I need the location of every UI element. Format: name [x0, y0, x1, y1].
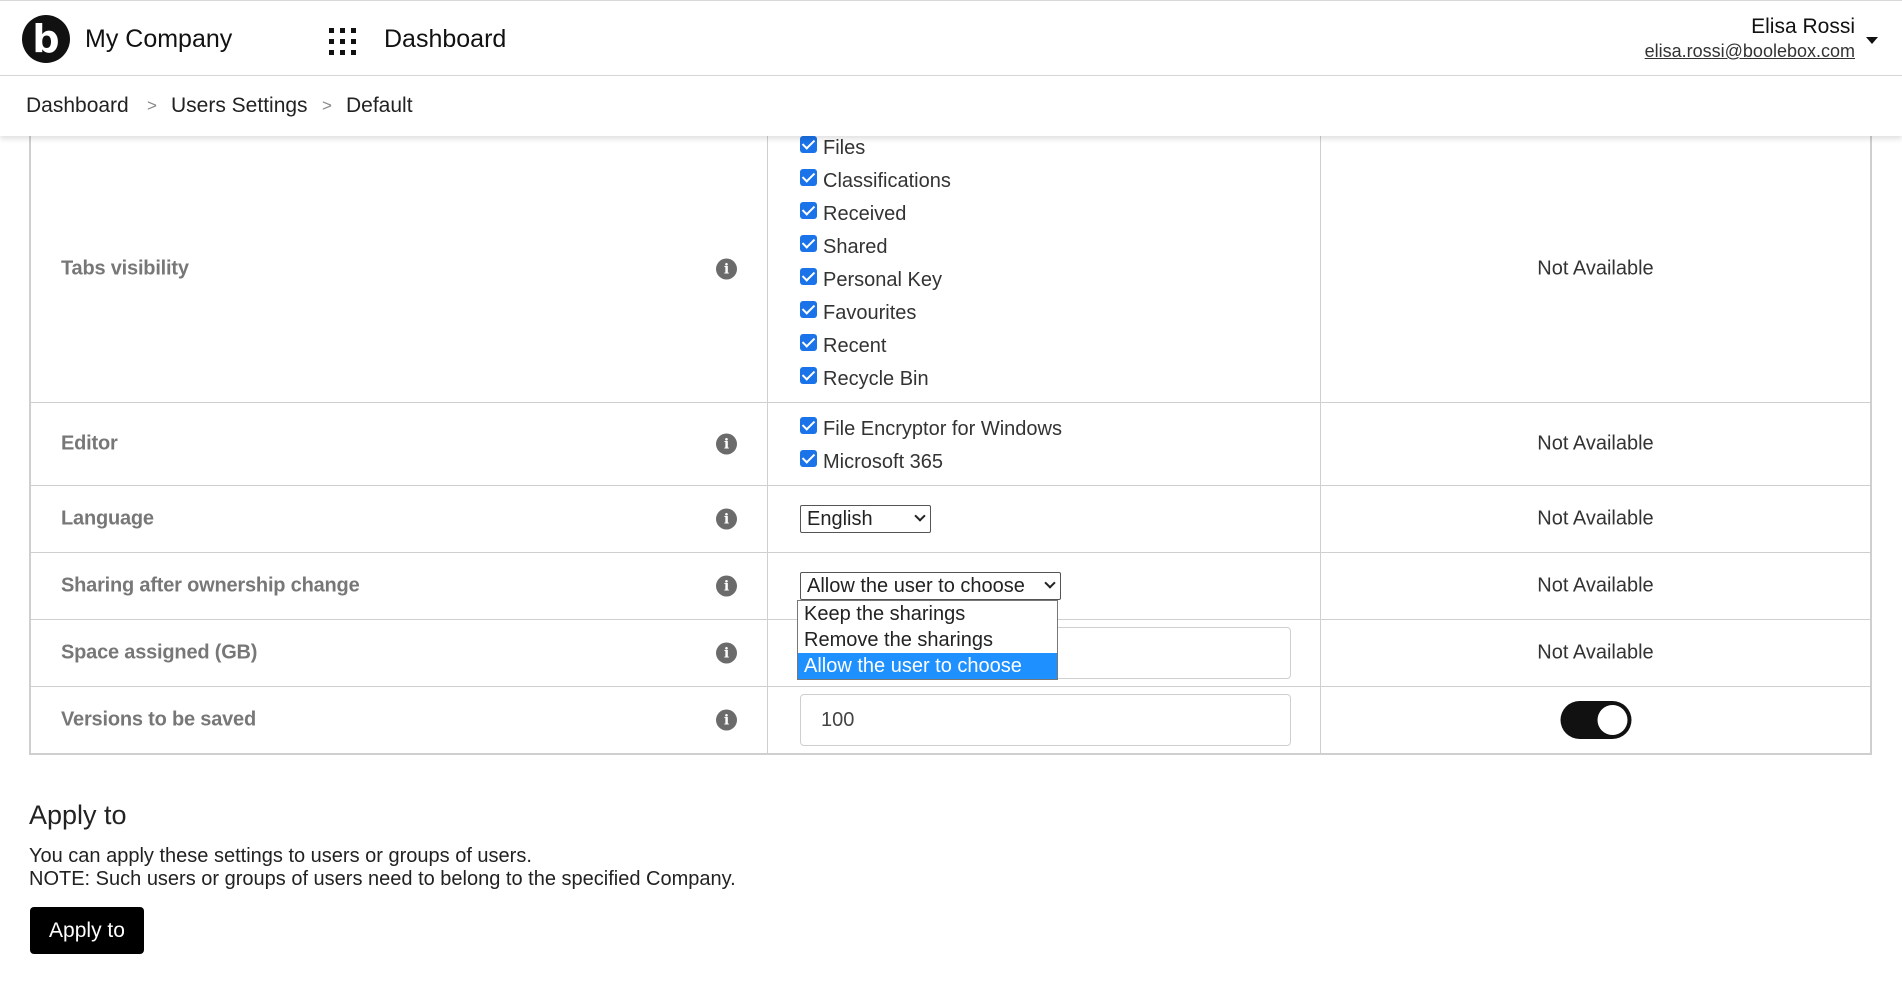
checkbox-recent[interactable]: Recent: [800, 333, 886, 358]
setting-row-editor: Editor i File Encryptor for Windows Micr…: [31, 403, 1870, 486]
info-icon[interactable]: i: [716, 575, 737, 597]
checkbox-personal-key[interactable]: Personal Key: [800, 267, 942, 292]
setting-label: Space assigned (GB): [61, 641, 258, 664]
checkbox-checked-icon[interactable]: [800, 168, 817, 186]
editor-checkbox-group: File Encryptor for Windows Microsoft 365: [768, 403, 1321, 485]
dropdown-option-keep[interactable]: Keep the sharings: [798, 601, 1057, 627]
versions-toggle[interactable]: [1560, 701, 1631, 739]
breadcrumb-separator: >: [322, 96, 332, 115]
chevron-down-icon: [1044, 577, 1056, 589]
checkbox-checked-icon[interactable]: [800, 449, 817, 467]
app-title: Dashboard: [384, 25, 507, 53]
default-status: Not Available: [1537, 432, 1654, 455]
apply-note: NOTE: Such users or groups of users need…: [29, 868, 736, 890]
checkbox-file-encryptor[interactable]: File Encryptor for Windows: [800, 416, 1062, 441]
checkbox-files[interactable]: Files: [800, 135, 865, 160]
checkbox-checked-icon[interactable]: [800, 333, 817, 351]
dropdown-option-allow[interactable]: Allow the user to choose: [798, 653, 1057, 679]
chevron-down-icon: [914, 510, 926, 522]
user-name[interactable]: Elisa Rossi: [1751, 15, 1855, 39]
sharing-select[interactable]: Allow the user to choose: [800, 572, 1061, 600]
user-email-link[interactable]: elisa.rossi@boolebox.com: [1645, 41, 1855, 62]
language-select[interactable]: English: [800, 505, 931, 533]
checkbox-checked-icon[interactable]: [800, 300, 817, 318]
breadcrumb-default: Default: [346, 94, 413, 117]
tabs-checkbox-group: Files Classifications Received Shared Pe…: [768, 135, 1321, 402]
checkbox-checked-icon[interactable]: [800, 416, 817, 434]
checkbox-recycle-bin[interactable]: Recycle Bin: [800, 366, 929, 391]
checkbox-checked-icon[interactable]: [800, 267, 817, 285]
checkbox-checked-icon[interactable]: [800, 201, 817, 219]
default-status: Not Available: [1537, 641, 1654, 664]
caret-down-icon[interactable]: [1866, 37, 1878, 44]
breadcrumb: Dashboard > Users Settings > Default: [0, 76, 1902, 136]
sharing-dropdown-list: Keep the sharings Remove the sharings Al…: [797, 600, 1058, 680]
apply-section-title: Apply to: [29, 800, 127, 830]
breadcrumb-dashboard[interactable]: Dashboard: [26, 94, 129, 118]
breadcrumb-separator: >: [147, 96, 157, 115]
checkbox-received[interactable]: Received: [800, 201, 906, 226]
checkbox-checked-icon[interactable]: [800, 234, 817, 252]
info-icon[interactable]: i: [716, 508, 737, 530]
default-status: Not Available: [1537, 257, 1654, 280]
setting-label: Versions to be saved: [61, 708, 256, 731]
apply-to-button[interactable]: Apply to: [30, 907, 144, 954]
info-icon[interactable]: i: [716, 709, 737, 731]
info-icon[interactable]: i: [716, 258, 737, 280]
checkbox-shared[interactable]: Shared: [800, 234, 888, 259]
checkbox-microsoft-365[interactable]: Microsoft 365: [800, 449, 943, 474]
checkbox-favourites[interactable]: Favourites: [800, 300, 916, 325]
info-icon[interactable]: i: [716, 642, 737, 664]
checkbox-checked-icon[interactable]: [800, 366, 817, 384]
setting-label: Editor: [61, 432, 118, 455]
setting-row-language: Language i English Not Available: [31, 486, 1870, 553]
checkbox-classifications[interactable]: Classifications: [800, 168, 951, 193]
breadcrumb-users-settings[interactable]: Users Settings: [171, 94, 308, 118]
setting-row-versions: Versions to be saved i 100: [31, 687, 1870, 753]
checkbox-checked-icon[interactable]: [800, 135, 817, 153]
default-status: Not Available: [1537, 507, 1654, 530]
setting-label: Language: [61, 507, 154, 530]
dropdown-option-remove[interactable]: Remove the sharings: [798, 627, 1057, 653]
company-name[interactable]: My Company: [85, 25, 232, 54]
apps-grid-icon[interactable]: [329, 28, 357, 56]
setting-label: Tabs visibility: [61, 257, 189, 280]
setting-row-tabs-visibility: Tabs visibility i Files Classifications …: [31, 135, 1870, 403]
apply-description: You can apply these settings to users or…: [29, 845, 532, 867]
default-status: Not Available: [1537, 574, 1654, 597]
info-icon[interactable]: i: [716, 433, 737, 455]
top-bar: b My Company Dashboard Elisa Rossi elisa…: [0, 0, 1902, 76]
versions-input[interactable]: 100: [800, 694, 1291, 746]
setting-label: Sharing after ownership change: [61, 574, 360, 597]
company-logo-icon[interactable]: b: [22, 15, 70, 63]
